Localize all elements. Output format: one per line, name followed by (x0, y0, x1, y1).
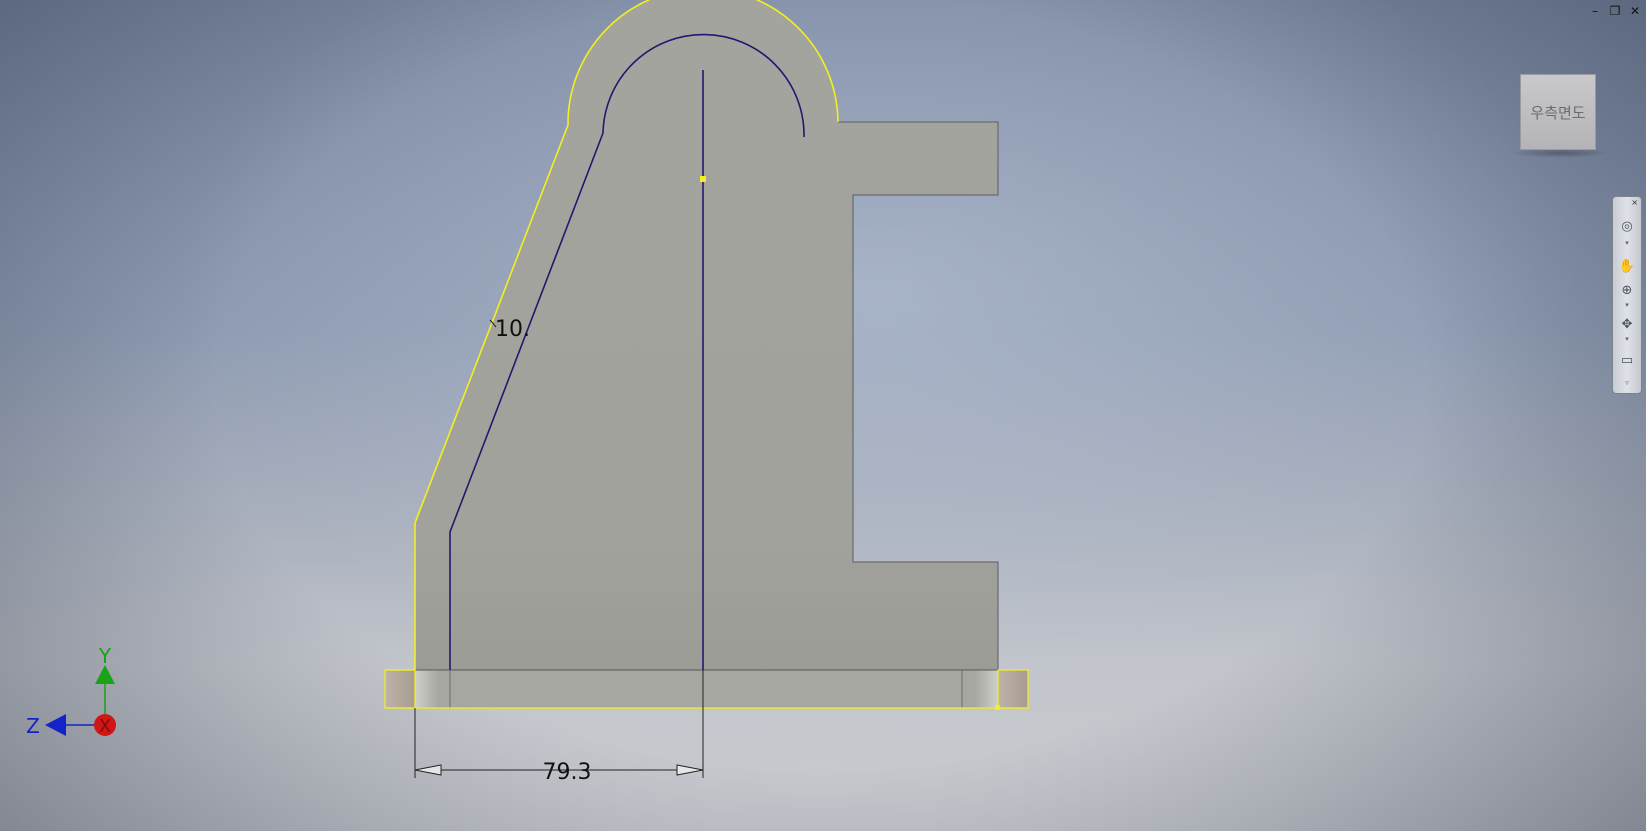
model-canvas[interactable]: 79.3 10. Y Z X (0, 0, 1646, 831)
viewcube[interactable]: 우측면도 (1520, 74, 1596, 150)
pan-icon[interactable]: ✋ (1617, 257, 1637, 275)
dimension-offset[interactable]: 10. (489, 317, 530, 342)
dimension-value-horizontal[interactable]: 79.3 (543, 760, 592, 785)
navigation-bar[interactable]: × ◎ ▾ ✋ ⊕ ▾ ✥ ▾ ▭ ▿ (1612, 196, 1642, 394)
axis-label-x: X (99, 716, 111, 737)
base-plate[interactable] (414, 669, 999, 709)
axis-triad: Y Z X (26, 644, 116, 738)
viewcube-face-label: 우측면도 (1530, 103, 1586, 122)
dimension-value-offset[interactable]: 10. (495, 317, 530, 342)
minimize-button[interactable]: – (1588, 4, 1602, 18)
close-button[interactable]: ✕ (1628, 4, 1642, 18)
look-at-icon[interactable]: ▭ (1617, 351, 1637, 369)
chevron-down-icon[interactable]: ▾ (1617, 335, 1637, 343)
axis-label-y: Y (98, 644, 112, 668)
selection-marker (700, 176, 706, 182)
zoom-icon[interactable]: ⊕ (1617, 281, 1637, 299)
navbar-menu-icon[interactable]: ▿ (1617, 379, 1637, 387)
window-controls: – ❐ ✕ (1588, 4, 1642, 18)
chevron-down-icon[interactable]: ▾ (1617, 239, 1637, 247)
restore-button[interactable]: ❐ (1608, 4, 1622, 18)
base-end-left[interactable] (384, 669, 416, 709)
selection-marker (995, 705, 1000, 710)
axis-label-z: Z (26, 714, 40, 738)
chevron-down-icon[interactable]: ▾ (1617, 301, 1637, 309)
steering-wheel-icon[interactable]: ◎ (1617, 217, 1637, 235)
base-end-right[interactable] (997, 669, 1029, 709)
orbit-icon[interactable]: ✥ (1617, 315, 1637, 333)
navbar-close-icon[interactable]: × (1631, 198, 1638, 207)
